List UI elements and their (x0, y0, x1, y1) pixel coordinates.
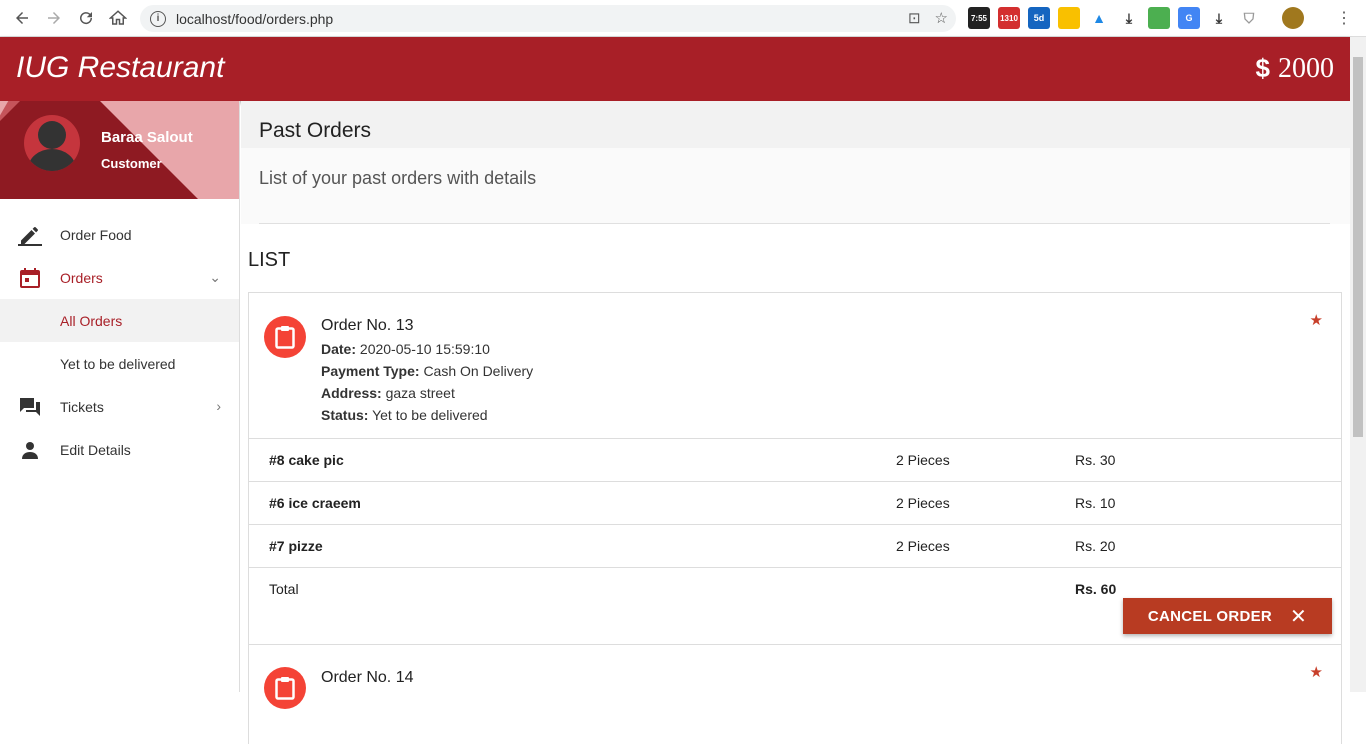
download-extension-icon[interactable]: ⤓ (1118, 7, 1140, 29)
sidebar: Baraa Salout Customer Order Food Orders … (0, 101, 240, 692)
back-arrow-icon (16, 12, 28, 24)
extensions-bar: 7:55 1310 5d ▲ ⤓ G ⤓ ⛉ (968, 7, 1304, 29)
item-price: Rs. 20 (1075, 538, 1116, 554)
sidebar-item-label: Edit Details (60, 441, 131, 458)
shield-extension-icon[interactable]: ⛉ (1238, 7, 1260, 29)
sidebar-subitem-all-orders[interactable]: All Orders (0, 299, 239, 342)
user-role: Customer (101, 156, 162, 171)
page-scrollbar[interactable] (1350, 37, 1366, 692)
table-row: #7 pizze 2 Pieces Rs. 20 (249, 524, 1341, 567)
total-label: Total (269, 581, 299, 597)
gmail-extension-icon[interactable]: 1310 (998, 7, 1020, 29)
clipboard-icon (264, 316, 306, 358)
user-name: Baraa Salout (101, 129, 193, 146)
sidebar-menu: Order Food Orders ⌄ All Orders Yet to be… (0, 199, 239, 471)
sidebar-item-label: Orders (60, 269, 103, 286)
profile-avatar-icon[interactable] (1282, 7, 1304, 29)
item-name: #6 ice craeem (269, 495, 361, 511)
bookmark-star-icon[interactable]: ☆ (935, 9, 948, 27)
page-title: Past Orders (259, 119, 372, 142)
home-icon (109, 10, 127, 25)
item-qty: 2 Pieces (896, 495, 950, 511)
sidebar-subitem-yet-to-be-delivered[interactable]: Yet to be delivered (0, 342, 239, 385)
page-subtitle-area: List of your past orders with details (241, 148, 1350, 224)
reload-button[interactable] (70, 2, 102, 34)
browser-menu-icon[interactable]: ⋮ (1336, 8, 1352, 28)
address-bar[interactable]: i localhost/food/orders.php ⊡ ☆ (140, 5, 956, 32)
page-subtitle: List of your past orders with details (259, 168, 537, 188)
item-price: Rs. 10 (1075, 495, 1116, 511)
item-qty: 2 Pieces (896, 452, 950, 468)
item-price: Rs. 30 (1075, 452, 1116, 468)
calendar-extension-icon[interactable]: 5d (1028, 7, 1050, 29)
balance-display: $2000 (1256, 53, 1334, 85)
sidebar-item-orders[interactable]: Orders ⌄ (0, 256, 239, 299)
divider (259, 223, 1330, 224)
forward-arrow-icon (48, 12, 60, 24)
order-title: Order No. 14 (321, 669, 414, 686)
drive-extension-icon[interactable]: ▲ (1088, 7, 1110, 29)
table-row: #8 cake pic 2 Pieces Rs. 30 (249, 438, 1341, 481)
home-button[interactable] (102, 2, 134, 34)
order-payment-type: Payment Type: Cash On Delivery (321, 363, 534, 379)
order-status: Status: Yet to be delivered (321, 407, 488, 423)
browser-toolbar: i localhost/food/orders.php ⊡ ☆ 7:55 131… (0, 0, 1366, 37)
sidebar-item-label: Tickets (60, 398, 104, 415)
sidebar-item-order-food[interactable]: Order Food (0, 213, 239, 256)
orders-submenu: All Orders Yet to be delivered (0, 299, 239, 385)
sidebar-item-edit-details[interactable]: Edit Details (0, 428, 239, 471)
star-icon[interactable]: ★ (1310, 311, 1323, 329)
grid-extension-icon[interactable] (1148, 7, 1170, 29)
order-date: Date: 2020-05-10 15:59:10 (321, 341, 490, 357)
item-name: #8 cake pic (269, 452, 344, 468)
list-title: LIST (248, 249, 291, 271)
order-card: Order No. 13 Date: 2020-05-10 15:59:10 P… (248, 292, 1342, 645)
order-title: Order No. 13 (321, 317, 414, 334)
clipboard-icon (264, 667, 306, 709)
reload-icon (80, 12, 93, 25)
item-name: #7 pizze (269, 538, 323, 554)
close-icon: ✕ (1290, 605, 1308, 628)
order-header: Order No. 13 Date: 2020-05-10 15:59:10 P… (249, 293, 1341, 438)
forward-button[interactable] (38, 2, 70, 34)
chevron-right-icon: › (216, 398, 221, 414)
sidebar-item-label: Order Food (60, 226, 132, 243)
back-button[interactable] (6, 2, 38, 34)
user-info-panel: Baraa Salout Customer (0, 101, 239, 199)
pencil-icon (18, 224, 42, 246)
sidebar-item-tickets[interactable]: Tickets › (0, 385, 239, 428)
person-icon (18, 439, 42, 461)
url-text: localhost/food/orders.php (176, 10, 334, 27)
chevron-down-icon: ⌄ (209, 269, 221, 285)
download2-extension-icon[interactable]: ⤓ (1208, 7, 1230, 29)
app-header: IUG Restaurant $2000 (0, 37, 1350, 101)
translate-icon[interactable]: ⊡ (908, 9, 921, 27)
order-card: Order No. 14 ★ (248, 644, 1342, 744)
total-value: Rs. 60 (1075, 581, 1117, 597)
site-info-icon[interactable]: i (150, 10, 166, 27)
calendar-icon (18, 267, 42, 289)
scrollbar-thumb[interactable] (1353, 57, 1363, 437)
cancel-order-button[interactable]: CANCEL ORDER ✕ (1123, 598, 1332, 634)
keep-extension-icon[interactable] (1058, 7, 1080, 29)
cancel-order-label: CANCEL ORDER (1147, 607, 1273, 625)
page-header: Past Orders (241, 101, 1350, 148)
translate-extension-icon[interactable]: G (1178, 7, 1200, 29)
star-icon[interactable]: ★ (1310, 663, 1323, 681)
currency-symbol: $ (1255, 53, 1270, 83)
item-qty: 2 Pieces (896, 538, 950, 554)
table-row: #6 ice craeem 2 Pieces Rs. 10 (249, 481, 1341, 524)
chat-icon (18, 396, 42, 418)
clock-extension-icon[interactable]: 7:55 (968, 7, 990, 29)
balance-value: 2000 (1278, 53, 1334, 84)
avatar (24, 115, 80, 171)
order-address: Address: gaza street (321, 385, 455, 401)
app-title[interactable]: IUG Restaurant (16, 51, 224, 85)
